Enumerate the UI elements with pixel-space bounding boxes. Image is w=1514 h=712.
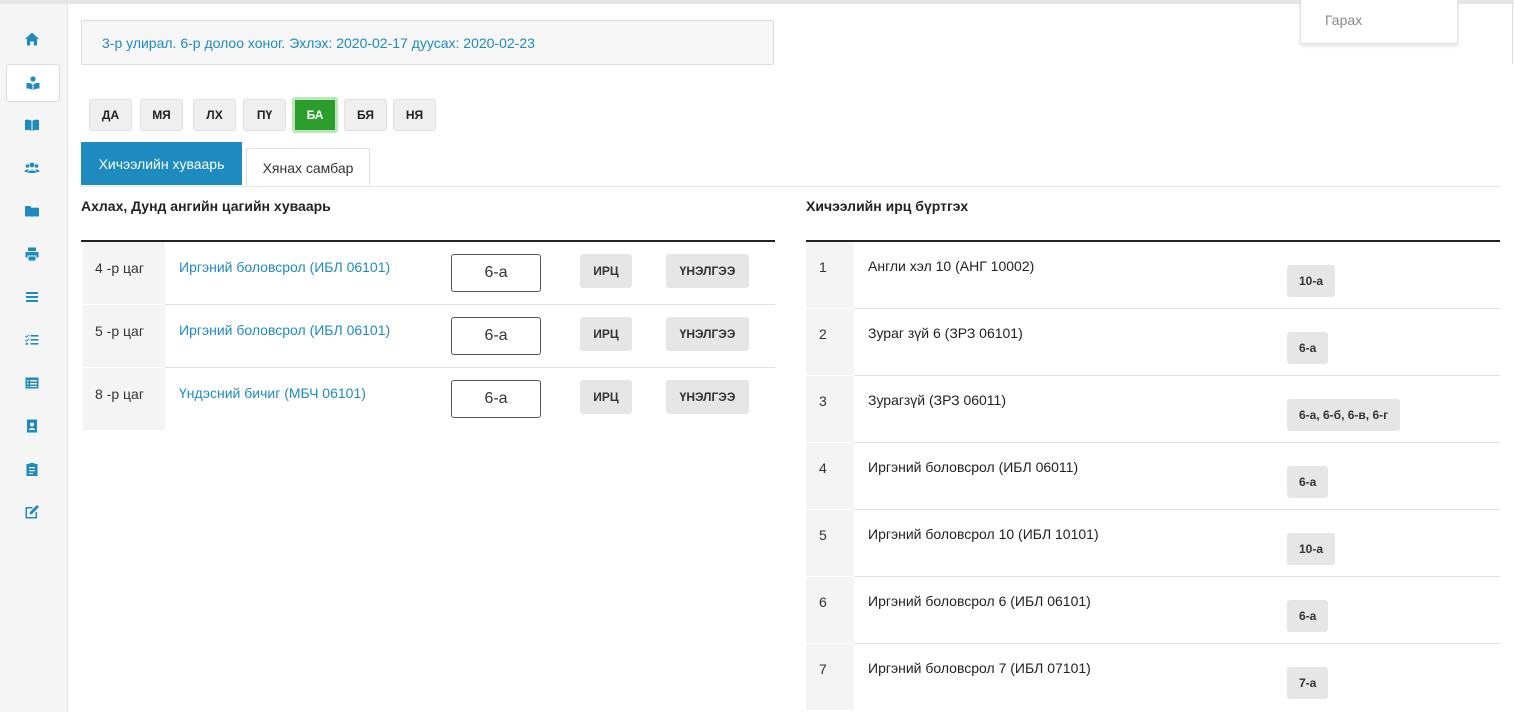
tab-dashboard[interactable]: Хянах самбар (246, 148, 370, 186)
row-number: 2 (806, 309, 854, 375)
schedule-row: 8 -р цаг Үндэсний бичиг (МБЧ 06101) 6-а … (81, 368, 775, 431)
divider (1512, 4, 1513, 64)
lesson-row: 1 Англи хэл 10 (АНГ 10002) 10-а (806, 242, 1500, 309)
lesson-row: 7 Иргэний боловсрол 7 (ИБЛ 07101) 7-а (806, 644, 1500, 711)
home-icon[interactable] (6, 21, 58, 57)
attendance-title: Хичээлийн ирц бүртгэх (806, 198, 969, 214)
period-cell: 4 -р цаг (83, 242, 165, 304)
users-icon[interactable] (6, 150, 58, 186)
attendance-button[interactable]: ИРЦ (580, 380, 632, 414)
day-button-sat[interactable]: БЯ (344, 99, 387, 131)
row-number: 6 (806, 577, 854, 643)
contact-icon[interactable] (6, 408, 58, 444)
row-number: 7 (806, 644, 854, 710)
top-bar (0, 0, 1514, 4)
subject-link[interactable]: Үндэсний бичиг (МБЧ 06101) (179, 385, 366, 401)
lesson-name: Иргэний боловсрол (ИБЛ 06011) (868, 459, 1079, 475)
tab-schedule[interactable]: Хичээлийн хуваарь (81, 142, 242, 185)
subject-link[interactable]: Иргэний боловсрол (ИБЛ 06101) (179, 259, 390, 275)
row-number: 1 (806, 242, 854, 308)
day-button-thu[interactable]: ПҮ (243, 99, 286, 131)
row-number: 5 (806, 510, 854, 576)
class-field[interactable]: 6-а (451, 254, 541, 292)
attendance-button[interactable]: ИРЦ (580, 254, 632, 288)
subject-link[interactable]: Иргэний боловсрол (ИБЛ 06101) (179, 322, 390, 338)
day-button-mon[interactable]: ДА (89, 99, 132, 131)
schedule-title: Ахлах, Дунд ангийн цагийн хуваарь (81, 198, 331, 214)
attendance-button[interactable]: ИРЦ (580, 317, 632, 351)
class-badge-button[interactable]: 7-а (1287, 667, 1329, 699)
class-field[interactable]: 6-а (451, 317, 541, 355)
table-list-icon[interactable] (6, 365, 58, 401)
day-button-sun[interactable]: НЯ (393, 99, 436, 131)
schedule-row: 5 -р цаг Иргэний боловсрол (ИБЛ 06101) 6… (81, 305, 775, 368)
class-badge-button[interactable]: 6-а (1287, 600, 1329, 632)
lesson-row: 2 Зураг зүй 6 (ЗРЗ 06101) 6-а (806, 309, 1500, 376)
period-cell: 5 -р цаг (83, 305, 165, 367)
print-icon[interactable] (6, 236, 58, 272)
grade-button[interactable]: ҮНЭЛГЭЭ (666, 254, 749, 288)
lesson-row: 5 Иргэний боловсрол 10 (ИБЛ 10101) 10-а (806, 510, 1500, 577)
lesson-row: 6 Иргэний боловсрол 6 (ИБЛ 06101) 6-а (806, 577, 1500, 644)
tab-divider (81, 186, 1500, 187)
class-badge-button[interactable]: 10-а (1287, 265, 1336, 297)
class-field[interactable]: 6-а (451, 380, 541, 418)
user-dropdown-menu: Гарах (1300, 0, 1458, 44)
book-icon[interactable] (6, 107, 58, 143)
lesson-name: Иргэний боловсрол 6 (ИБЛ 06101) (868, 593, 1091, 609)
term-info-text: 3-р улирал. 6-р долоо хоног. Эхлэх: 2020… (102, 34, 535, 51)
sidebar (0, 4, 68, 712)
lesson-name: Иргэний боловсрол 7 (ИБЛ 07101) (868, 660, 1091, 676)
folder-icon[interactable] (6, 193, 58, 229)
schedule-row: 4 -р цаг Иргэний боловсрол (ИБЛ 06101) 6… (81, 242, 775, 305)
lesson-name: Иргэний боловсрол 10 (ИБЛ 10101) (868, 526, 1099, 542)
term-info-box: 3-р улирал. 6-р долоо хоног. Эхлэх: 2020… (81, 20, 774, 65)
class-badge-button[interactable]: 10-а (1287, 533, 1336, 565)
day-button-tue[interactable]: МЯ (140, 99, 183, 131)
period-cell: 8 -р цаг (83, 368, 165, 430)
row-number: 3 (806, 376, 854, 442)
lesson-name: Англи хэл 10 (АНГ 10002) (868, 258, 1035, 274)
class-badge-button[interactable]: 6-а, 6-б, 6-в, 6-г (1287, 399, 1401, 431)
grade-button[interactable]: ҮНЭЛГЭЭ (666, 380, 749, 414)
day-button-wed[interactable]: ЛХ (193, 99, 236, 131)
lesson-row: 3 Зурагзүй (ЗРЗ 06011) 6-а, 6-б, 6-в, 6-… (806, 376, 1500, 443)
grade-button[interactable]: ҮНЭЛГЭЭ (666, 317, 749, 351)
class-badge-button[interactable]: 6-а (1287, 332, 1329, 364)
lesson-name: Зураг зүй 6 (ЗРЗ 06101) (868, 325, 1023, 341)
lesson-row: 4 Иргэний боловсрол (ИБЛ 06011) 6-а (806, 443, 1500, 510)
lesson-name: Зурагзүй (ЗРЗ 06011) (868, 392, 1006, 408)
list-icon[interactable] (6, 279, 58, 315)
row-number: 4 (806, 443, 854, 509)
logout-link[interactable]: Гарах (1325, 12, 1362, 28)
clipboard-icon[interactable] (6, 451, 58, 487)
checklist-icon[interactable] (6, 322, 58, 358)
reader-icon[interactable] (6, 64, 60, 102)
day-button-fri[interactable]: БА (292, 97, 338, 133)
edit-icon[interactable] (6, 494, 58, 530)
class-badge-button[interactable]: 6-а (1287, 466, 1329, 498)
